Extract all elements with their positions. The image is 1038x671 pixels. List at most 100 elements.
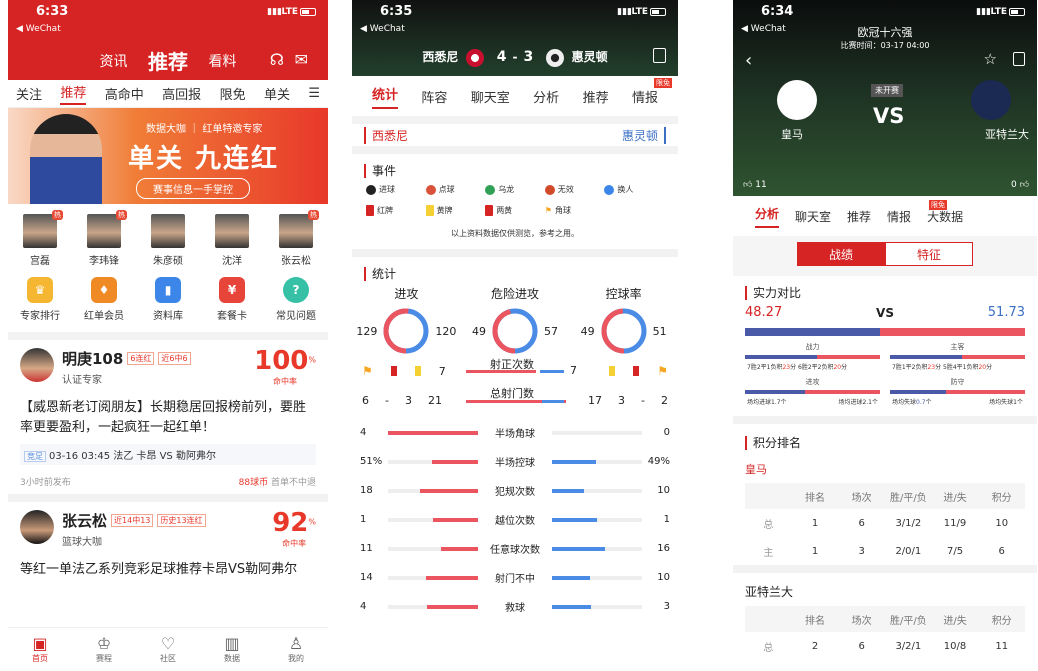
stat-away-bar [552,488,585,493]
away-strength: 51.73 [987,305,1025,320]
message-icon[interactable]: ✉ [295,50,308,69]
quick-faq[interactable]: ? 常见问题 [268,277,324,322]
edit-icon[interactable] [653,48,666,63]
tab-recommend[interactable]: 推荐 [60,82,87,105]
expert-name: 宫磊 [30,256,50,267]
scoreline: 西悉尼 4-3 惠灵顿 [352,48,678,67]
expert-item[interactable]: 朱彦硕 [140,214,196,267]
promo-banner[interactable]: 数据大咖 ｜ 红单特邀专家 单关 九连红 赛事信息一手掌控 [8,108,328,204]
stat-home-value: 4 [360,427,367,438]
status-bar: 6:33 ◀ WeChat ▮▮▮ LTE [8,0,328,34]
user-icon: ♙ [288,634,304,653]
donut-home-value: 129 [356,324,378,338]
stat-home-track [388,488,478,493]
expert-item[interactable]: 沈洋 [204,214,260,267]
record-badge: 历史13连红 [157,514,206,527]
table-cell: 1 [811,545,819,557]
bottom-home[interactable]: ▣ 首页 [16,635,64,664]
post-card[interactable]: 张云松 近14中13 历史13连红 篮球大咖 92% 命中率 等红一单法乙系列竞彩足球… [8,502,328,586]
record-line: 7胜1平2负积23分 5胜4平1负积20分 [890,362,1025,371]
screen-match-analysis: 6:34 ◀ WeChat ▮▮▮ LTE 欧冠十六强 比赛时间：03-17 0… [733,0,1037,671]
tab-lineup[interactable]: 阵容 [421,87,447,106]
legend-label: 角球 [554,206,571,215]
headset-icon[interactable]: ☊ [270,50,284,69]
expert-item[interactable]: 热张云松 [268,210,324,267]
bottom-mine[interactable]: ♙ 我的 [272,635,320,664]
star-icon[interactable]: ☆ [984,50,997,68]
stat-label: 越位次数 [495,516,535,527]
donut-stat: 控球率 49 51 [574,285,674,356]
back-to-wechat[interactable]: ◀ WeChat [360,24,405,34]
bottom-community[interactable]: ♡ 社区 [144,635,192,664]
column-header: 进/失 [943,615,967,627]
home-total-shots: 21 [427,394,442,407]
column-header: 积分 [991,615,1012,627]
tab-recommend[interactable]: 推荐 [847,208,871,225]
quick-vip[interactable]: ♦ 红单会员 [76,277,132,322]
stat-label: 半场角球 [495,429,535,440]
home-like[interactable]: 👍︎ 11 [743,180,767,190]
tab-high-hit[interactable]: 高命中 [105,84,144,103]
tab-follow[interactable]: 关注 [16,84,42,103]
stat-home-value: 18 [360,485,373,496]
record-mid: 分 5胜4平1负积 [935,364,979,371]
nav-news[interactable]: 资讯 [100,51,128,71]
away-portion [817,355,880,359]
stats-title: 统计 [352,249,678,281]
segment-feature[interactable]: 特征 [885,242,973,266]
tab-analysis[interactable]: 分析 [755,205,780,228]
diamond-icon: ♦ [91,277,117,303]
banner-subtitle: 数据大咖 ｜ 红单特邀专家 [146,124,263,135]
attack-defense-block: 进攻 场均进球1.7个 场均进球2.1个 [745,377,880,406]
quick-package[interactable]: ¥ 套餐卡 [204,277,260,322]
nav-recommend[interactable]: 推荐 [148,46,188,75]
corner-flag-icon: ⚑ [657,364,668,378]
back-icon[interactable]: ‹ [745,50,752,71]
menu-icon[interactable]: ☰ [308,86,320,101]
team-header: 西悉尼 惠灵顿 [352,116,678,146]
table-row: 总 1 6 3/1/2 11/9 10 [745,509,1025,537]
post-card[interactable]: 明庚108 6连红 近6中6 认证专家 100% 命中率 【威恩新老订阅朋友】长期稳居… [8,340,328,502]
tab-recommend[interactable]: 推荐 [583,87,609,106]
tab-stats[interactable]: 统计 [372,84,399,109]
quick-ranking[interactable]: ♛ 专家排行 [12,277,68,322]
quick-database[interactable]: ▮ 资料库 [140,277,196,322]
quick-label: 资料库 [153,311,183,322]
stat-away-value: 16 [657,543,670,554]
tab-intel[interactable]: 情报 [887,208,911,225]
top-nav: 资讯 推荐 看料 ☊ ✉ [8,46,328,76]
tab-free[interactable]: 限免 [220,84,246,103]
edit-icon[interactable] [1013,52,1025,66]
nav-intel[interactable]: 看料 [208,51,236,71]
home-average-unit: 个 [925,399,932,406]
tab-intel[interactable]: 情报 [632,87,658,106]
legend-label: 黄牌 [436,206,453,215]
back-to-wechat[interactable]: ◀ WeChat [16,24,61,34]
post-title: 【威恩新老订阅朋友】长期稳居回报榜前列，要胜率更要盈利，一起疯狂一起红单！ [20,400,307,435]
segment-record[interactable]: 战绩 [797,242,885,266]
compare-bar [745,355,880,359]
donut-stats: 进攻 129 120 危险进攻 49 57 控球率 49 51 [352,279,678,356]
tab-analysis[interactable]: 分析 [533,87,559,106]
bottom-schedule[interactable]: ♔ 赛程 [80,635,128,664]
strength-bar [745,328,1025,336]
status-time: 6:34 [761,4,794,19]
expert-item[interactable]: 热宫磊 [12,210,68,267]
tab-chat[interactable]: 聊天室 [795,208,831,225]
hot-badge: 热 [116,210,127,220]
table-cell: 7/5 [946,545,964,557]
column-header: 胜/平/负 [889,492,927,504]
red-card-icon [633,366,640,376]
stat-away-value: 3 [663,601,670,612]
bottom-data[interactable]: ▥ 数据 [208,635,256,664]
tab-chat[interactable]: 聊天室 [471,87,510,106]
legend-item: ⚑ 角球 [545,205,605,216]
tab-high-return[interactable]: 高回报 [162,84,201,103]
tab-single[interactable]: 单关 [264,84,290,103]
status-bar: 6:35 ◀ WeChat ▮▮▮ LTE [352,0,678,34]
away-like[interactable]: 0 👍︎ [1011,180,1029,190]
tab-bigdata[interactable]: 大数据 [927,208,963,225]
stat-bar-row: 1 越位次数 1 [352,505,678,534]
stat-home-track [388,546,478,551]
expert-item[interactable]: 热李玮锋 [76,210,132,267]
